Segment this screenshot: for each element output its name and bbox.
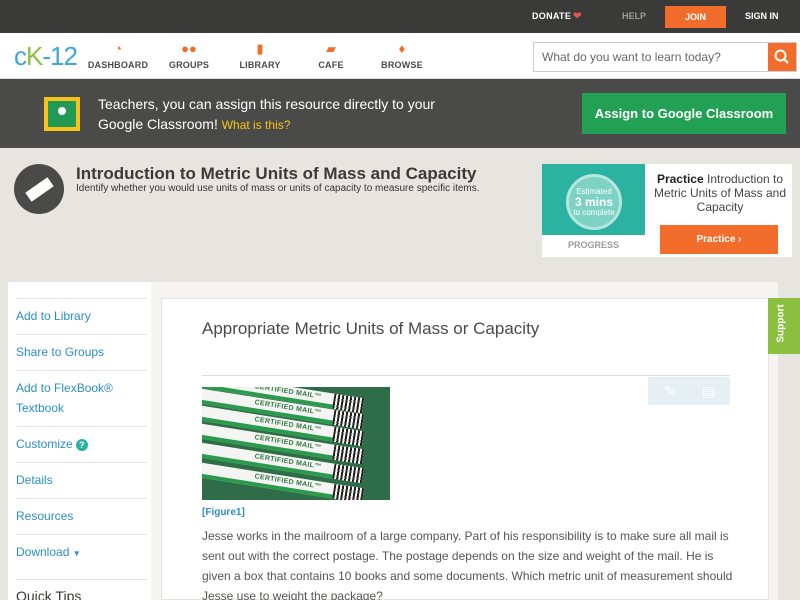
sidebar-item-customize[interactable]: Customize? xyxy=(16,426,147,462)
practice-card: Estimated 3 mins to complete PROGRESS Pr… xyxy=(542,164,792,257)
page-title: Introduction to Metric Units of Mass and… xyxy=(76,164,477,183)
chevron-right-icon: › xyxy=(738,234,742,245)
heart-icon: ❤ xyxy=(573,11,582,22)
sidebar-item-details[interactable]: Details xyxy=(16,462,147,498)
google-classroom-icon xyxy=(44,97,80,131)
annotation-tools: ✎ ▤ xyxy=(648,377,730,405)
assign-google-classroom-button[interactable]: Assign to Google Classroom xyxy=(582,93,786,134)
lesson-paragraph: Jesse works in the mailroom of a large c… xyxy=(202,529,733,600)
ck12-logo[interactable]: cK-12 xyxy=(14,41,78,71)
ruler-icon xyxy=(14,164,64,214)
certified-mail-image: CERTIFIED MAIL™ CERTIFIED MAIL™ CERTIFIE… xyxy=(202,387,390,500)
pencil-icon[interactable]: ✎ xyxy=(664,383,676,400)
what-is-this-link[interactable]: What is this? xyxy=(222,118,291,132)
question-icon[interactable]: ? xyxy=(75,438,88,451)
search-box xyxy=(533,42,797,72)
notes-icon[interactable]: ▤ xyxy=(702,383,715,400)
sign-in-link[interactable]: SIGN IN xyxy=(745,11,779,21)
donate-link[interactable]: DONATE ❤ xyxy=(532,11,582,22)
search-button[interactable] xyxy=(768,43,796,71)
lesson-title: Appropriate Metric Units of Mass or Capa… xyxy=(202,319,540,338)
sidebar-item-resources[interactable]: Resources xyxy=(16,498,147,534)
estimate-badge: Estimated 3 mins to complete xyxy=(566,174,622,230)
sidebar-item-add-to-flexbook[interactable]: Add to FlexBook® Textbook xyxy=(16,370,147,426)
nav-dashboard[interactable]: ◔ DASHBOARD xyxy=(83,41,153,70)
chat-icon: ▰ xyxy=(326,41,336,56)
practice-tile[interactable]: Estimated 3 mins to complete xyxy=(542,164,645,235)
support-tab[interactable]: Support xyxy=(768,298,800,354)
people-icon: ●● xyxy=(181,41,197,56)
progress-label: PROGRESS xyxy=(567,240,619,250)
search-input[interactable] xyxy=(534,43,768,71)
gauge-icon: ◔ xyxy=(114,41,122,56)
sidebar-item-add-to-library[interactable]: Add to Library xyxy=(16,298,147,334)
divider xyxy=(202,375,730,376)
caret-down-icon: ▼ xyxy=(72,549,81,558)
sidebar-item-share-to-groups[interactable]: Share to Groups xyxy=(16,334,147,370)
lightbulb-icon: ♦ xyxy=(398,41,406,56)
top-bar: DONATE ❤ HELP JOIN SIGN IN xyxy=(0,0,800,33)
banner-message: Teachers, you can assign this resource d… xyxy=(98,96,435,132)
nav-library[interactable]: ▮ LIBRARY xyxy=(225,41,295,70)
search-icon xyxy=(774,49,789,64)
teacher-banner: Teachers, you can assign this resource d… xyxy=(0,79,800,148)
main-content: Appropriate Metric Units of Mass or Capa… xyxy=(151,282,778,600)
sidebar: Add to Library Share to Groups Add to Fl… xyxy=(8,282,151,600)
practice-button[interactable]: Practice › xyxy=(660,225,778,254)
practice-title: Practice Introduction to Metric Units of… xyxy=(653,172,787,214)
lesson-card: Appropriate Metric Units of Mass or Capa… xyxy=(161,298,769,600)
figure-label[interactable]: [Figure1] xyxy=(202,507,245,518)
page-subtitle: Identify whether you would use units of … xyxy=(76,183,480,194)
join-button[interactable]: JOIN xyxy=(665,6,726,28)
nav-cafe[interactable]: ▰ CAFE xyxy=(296,41,366,70)
main-nav: cK-12 ◔ DASHBOARD ●● GROUPS ▮ LIBRARY ▰ … xyxy=(0,33,800,79)
sidebar-item-download[interactable]: Download ▼ xyxy=(16,534,147,570)
help-link[interactable]: HELP xyxy=(622,11,646,21)
library-icon: ▮ xyxy=(256,41,264,56)
nav-groups[interactable]: ●● GROUPS xyxy=(154,41,224,70)
quick-tips-heading: Quick Tips xyxy=(16,579,147,600)
nav-browse[interactable]: ♦ BROWSE xyxy=(367,41,437,70)
